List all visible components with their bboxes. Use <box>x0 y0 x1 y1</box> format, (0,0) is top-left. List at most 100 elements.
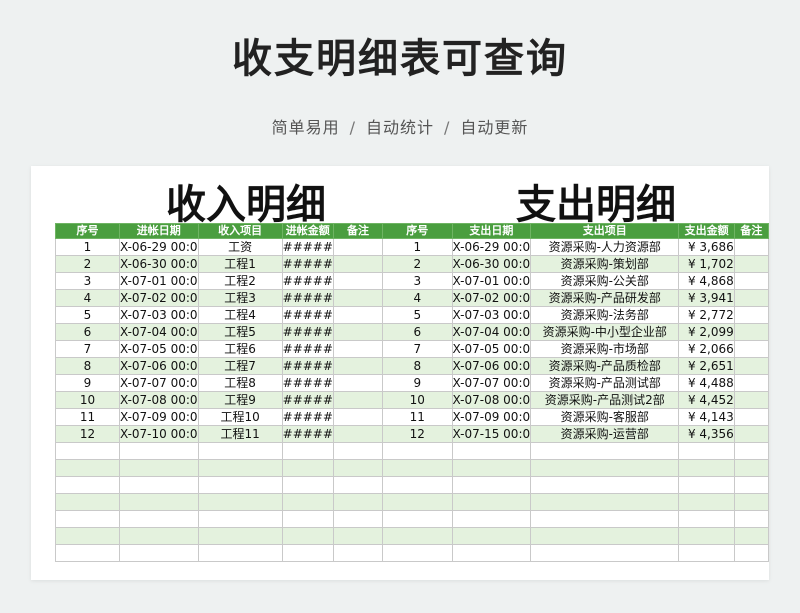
income-cell-date[interactable]: X-07-05 00:0 <box>118 340 199 358</box>
income-cell-no[interactable]: 11 <box>55 408 120 426</box>
income-cell-date[interactable] <box>118 459 199 477</box>
expense-cell-item[interactable] <box>530 527 680 545</box>
expense-cell-note[interactable] <box>733 442 770 460</box>
expense-cell-note[interactable] <box>733 408 770 426</box>
expense-cell-item[interactable]: 资源采购-中小型企业部 <box>530 323 680 341</box>
income-cell-no[interactable] <box>55 544 120 562</box>
income-cell-amount[interactable] <box>281 510 334 528</box>
expense-cell-item[interactable]: 资源采购-运营部 <box>530 425 680 443</box>
expense-cell-item[interactable] <box>530 544 680 562</box>
income-cell-note[interactable] <box>332 442 383 460</box>
income-cell-item[interactable]: 工程11 <box>197 425 283 443</box>
expense-cell-amount[interactable]: ¥ 4,356 <box>678 425 735 443</box>
expense-cell-no[interactable] <box>381 527 453 545</box>
expense-cell-date[interactable] <box>451 476 532 494</box>
expense-cell-date[interactable] <box>451 493 532 511</box>
expense-cell-item[interactable] <box>530 459 680 477</box>
income-cell-date[interactable]: X-07-04 00:0 <box>118 323 199 341</box>
expense-cell-amount[interactable]: ¥ 2,772 <box>678 306 735 324</box>
expense-cell-no[interactable] <box>381 493 453 511</box>
income-cell-date[interactable]: X-07-08 00:0 <box>118 391 199 409</box>
income-cell-note[interactable] <box>332 374 383 392</box>
expense-cell-amount[interactable] <box>678 544 735 562</box>
income-cell-no[interactable] <box>55 493 120 511</box>
income-cell-amount[interactable] <box>281 459 334 477</box>
income-cell-date[interactable]: X-07-01 00:0 <box>118 272 199 290</box>
expense-cell-no[interactable]: 4 <box>381 289 453 307</box>
income-cell-item[interactable] <box>197 476 283 494</box>
income-cell-date[interactable] <box>118 510 199 528</box>
expense-cell-date[interactable]: X-07-05 00:0 <box>451 340 532 358</box>
expense-cell-amount[interactable] <box>678 442 735 460</box>
income-cell-amount[interactable]: ##### <box>281 323 334 341</box>
income-cell-item[interactable] <box>197 442 283 460</box>
expense-cell-item[interactable] <box>530 493 680 511</box>
income-cell-date[interactable]: X-07-02 00:0 <box>118 289 199 307</box>
expense-cell-no[interactable] <box>381 459 453 477</box>
income-cell-amount[interactable]: ##### <box>281 408 334 426</box>
income-cell-date[interactable] <box>118 442 199 460</box>
income-cell-amount[interactable] <box>281 476 334 494</box>
expense-cell-date[interactable]: X-07-06 00:0 <box>451 357 532 375</box>
income-cell-date[interactable]: X-07-09 00:0 <box>118 408 199 426</box>
expense-cell-date[interactable]: X-07-09 00:0 <box>451 408 532 426</box>
income-cell-note[interactable] <box>332 306 383 324</box>
expense-cell-date[interactable]: X-06-29 00:0 <box>451 238 532 256</box>
expense-cell-item[interactable]: 资源采购-产品研发部 <box>530 289 680 307</box>
expense-cell-date[interactable] <box>451 527 532 545</box>
income-cell-date[interactable] <box>118 493 199 511</box>
income-cell-amount[interactable]: ##### <box>281 238 334 256</box>
expense-cell-no[interactable]: 8 <box>381 357 453 375</box>
expense-cell-note[interactable] <box>733 357 770 375</box>
income-cell-date[interactable]: X-07-03 00:0 <box>118 306 199 324</box>
expense-cell-no[interactable]: 3 <box>381 272 453 290</box>
income-cell-date[interactable]: X-07-10 00:0 <box>118 425 199 443</box>
income-cell-no[interactable]: 6 <box>55 323 120 341</box>
income-cell-no[interactable]: 5 <box>55 306 120 324</box>
income-col-item[interactable]: 收入项目 <box>197 223 283 239</box>
income-cell-amount[interactable]: ##### <box>281 357 334 375</box>
expense-cell-item[interactable] <box>530 442 680 460</box>
expense-cell-no[interactable]: 11 <box>381 408 453 426</box>
expense-cell-no[interactable] <box>381 442 453 460</box>
income-cell-date[interactable]: X-06-30 00:0 <box>118 255 199 273</box>
expense-cell-date[interactable] <box>451 442 532 460</box>
expense-cell-amount[interactable] <box>678 459 735 477</box>
income-col-amount[interactable]: 进帐金额 <box>281 223 334 239</box>
income-cell-item[interactable] <box>197 510 283 528</box>
income-cell-no[interactable]: 7 <box>55 340 120 358</box>
income-cell-item[interactable]: 工程4 <box>197 306 283 324</box>
income-cell-date[interactable] <box>118 527 199 545</box>
income-cell-no[interactable] <box>55 510 120 528</box>
expense-cell-amount[interactable]: ¥ 4,488 <box>678 374 735 392</box>
income-cell-no[interactable] <box>55 442 120 460</box>
expense-cell-note[interactable] <box>733 425 770 443</box>
income-cell-amount[interactable]: ##### <box>281 425 334 443</box>
expense-cell-no[interactable]: 7 <box>381 340 453 358</box>
expense-cell-note[interactable] <box>733 374 770 392</box>
expense-col-note[interactable]: 备注 <box>733 223 770 239</box>
expense-cell-note[interactable] <box>733 255 770 273</box>
income-col-note[interactable]: 备注 <box>332 223 383 239</box>
income-cell-no[interactable] <box>55 459 120 477</box>
income-cell-date[interactable] <box>118 544 199 562</box>
expense-cell-item[interactable] <box>530 510 680 528</box>
expense-cell-amount[interactable] <box>678 527 735 545</box>
income-cell-date[interactable]: X-06-29 00:0 <box>118 238 199 256</box>
expense-cell-note[interactable] <box>733 340 770 358</box>
expense-cell-amount[interactable]: ¥ 4,143 <box>678 408 735 426</box>
income-cell-amount[interactable]: ##### <box>281 255 334 273</box>
income-cell-no[interactable]: 8 <box>55 357 120 375</box>
expense-cell-item[interactable]: 资源采购-产品测试部 <box>530 374 680 392</box>
income-cell-note[interactable] <box>332 357 383 375</box>
expense-cell-no[interactable]: 10 <box>381 391 453 409</box>
income-cell-no[interactable]: 1 <box>55 238 120 256</box>
income-cell-note[interactable] <box>332 238 383 256</box>
income-cell-note[interactable] <box>332 289 383 307</box>
income-cell-amount[interactable] <box>281 493 334 511</box>
expense-cell-note[interactable] <box>733 493 770 511</box>
income-cell-item[interactable]: 工程6 <box>197 340 283 358</box>
income-cell-item[interactable] <box>197 493 283 511</box>
income-cell-no[interactable]: 12 <box>55 425 120 443</box>
income-col-date[interactable]: 进帐日期 <box>118 223 199 239</box>
